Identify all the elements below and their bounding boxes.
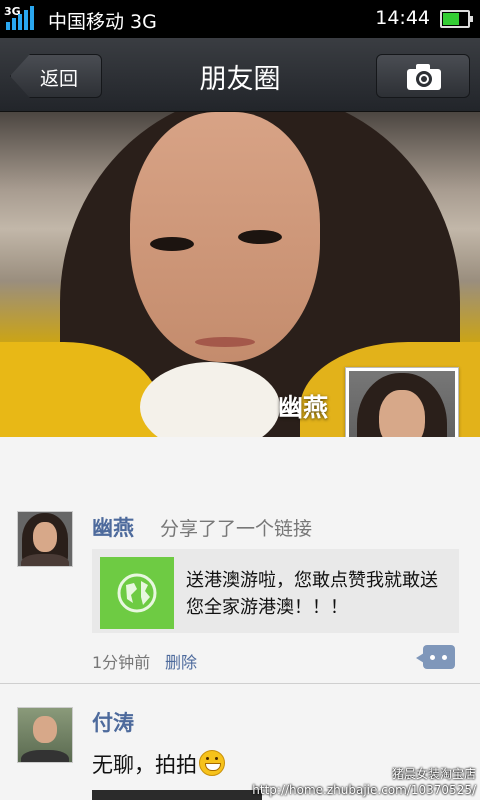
clock: 14:44 [375,7,430,29]
status-bar: 3G 中国移动 3G 14:44 [0,0,480,38]
carrier-name: 中国移动 3G [48,11,157,33]
post-photo[interactable] [92,790,262,800]
grin-emoji-icon [199,750,225,776]
link-thumbnail [100,557,174,629]
cover-user-name: 幽燕 [277,393,328,422]
signal-icon: 3G [4,5,38,30]
link-title: 送港澳游啦，您敢点赞我就敢送您全家游港澳！！！ [186,570,438,618]
feed-post: 幽燕 分享了了一个链接 送港澳游啦，您敢点赞我就敢送您全家游港澳！！！ 1分钟前… [0,509,480,684]
moments-feed: 幽燕 分享了了一个链接 送港澳游啦，您敢点赞我就敢送您全家游港澳！！！ 1分钟前… [0,437,480,800]
post-text-content: 无聊，拍拍 [92,753,197,777]
camera-button[interactable] [376,54,470,98]
battery-level [443,13,459,25]
avatar[interactable] [17,707,73,763]
post-author[interactable]: 付涛 [92,707,134,737]
post-text: 无聊，拍拍 [92,749,225,779]
globe-icon [117,573,157,613]
avatar[interactable] [17,511,73,567]
watermark: 猪晨女装淘宝店 http://home.zhubajie.com/1037052… [252,766,476,798]
shared-link-card[interactable]: 送港澳游啦，您敢点赞我就敢送您全家游港澳！！！ [92,549,459,633]
comment-button[interactable] [416,645,455,669]
battery-icon [440,10,473,28]
post-time: 1分钟前 [92,653,151,672]
title-bar: 返回 朋友圈 [0,38,480,112]
delete-link[interactable]: 删除 [165,649,197,673]
watermark-line2: http://home.zhubajie.com/10370525/ [252,783,476,797]
post-author[interactable]: 幽燕 [92,512,134,542]
watermark-line1: 猪晨女装淘宝店 [391,767,476,781]
post-action: 分享了了一个链接 [160,518,313,540]
camera-icon [407,64,441,90]
